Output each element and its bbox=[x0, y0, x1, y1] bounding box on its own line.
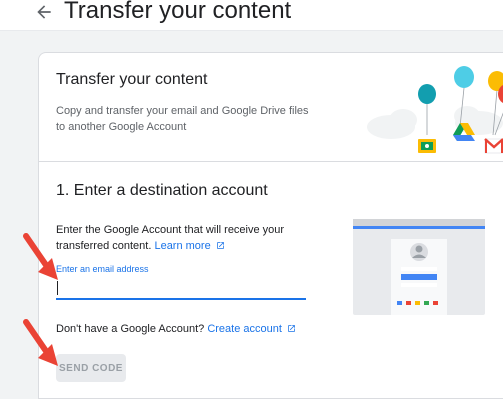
back-arrow-icon[interactable] bbox=[34, 2, 54, 22]
cloud-icon bbox=[367, 106, 503, 139]
intro-title: Transfer your content bbox=[56, 71, 208, 88]
transfer-card: Transfer your content Copy and transfer … bbox=[38, 52, 503, 399]
create-account-link[interactable]: Create account bbox=[207, 323, 296, 335]
account-browser-illustration bbox=[353, 219, 485, 315]
gmail-icon bbox=[484, 138, 503, 154]
send-code-button[interactable]: SEND CODE bbox=[56, 354, 126, 382]
learn-more-label: Learn more bbox=[154, 240, 211, 252]
transfer-illustration bbox=[367, 66, 503, 154]
text-caret bbox=[57, 281, 58, 295]
intro-description: Copy and transfer your email and Google … bbox=[56, 105, 309, 133]
instruction-text: Enter the Google Account that will recei… bbox=[56, 222, 316, 254]
create-account-label: Create account bbox=[207, 323, 282, 335]
email-field[interactable] bbox=[56, 278, 306, 300]
learn-more-link[interactable]: Learn more bbox=[154, 240, 224, 252]
external-link-icon bbox=[288, 325, 295, 332]
annotation-arrow-1 bbox=[23, 233, 58, 280]
no-account-label: Don't have a Google Account? bbox=[56, 323, 205, 335]
avatar-icon bbox=[410, 243, 428, 261]
page-header: Transfer your content bbox=[0, 0, 503, 31]
balloon-icon bbox=[418, 66, 503, 104]
section-divider bbox=[39, 161, 503, 162]
external-link-icon bbox=[216, 242, 224, 249]
step-title: 1. Enter a destination account bbox=[56, 182, 268, 199]
no-account-text: Don't have a Google Account? Create acco… bbox=[56, 323, 296, 335]
annotation-arrow-2 bbox=[23, 319, 58, 366]
google-classroom-icon bbox=[418, 139, 436, 153]
page-title: Transfer your content bbox=[64, 0, 292, 24]
email-field-label: Enter an email address bbox=[56, 264, 149, 274]
